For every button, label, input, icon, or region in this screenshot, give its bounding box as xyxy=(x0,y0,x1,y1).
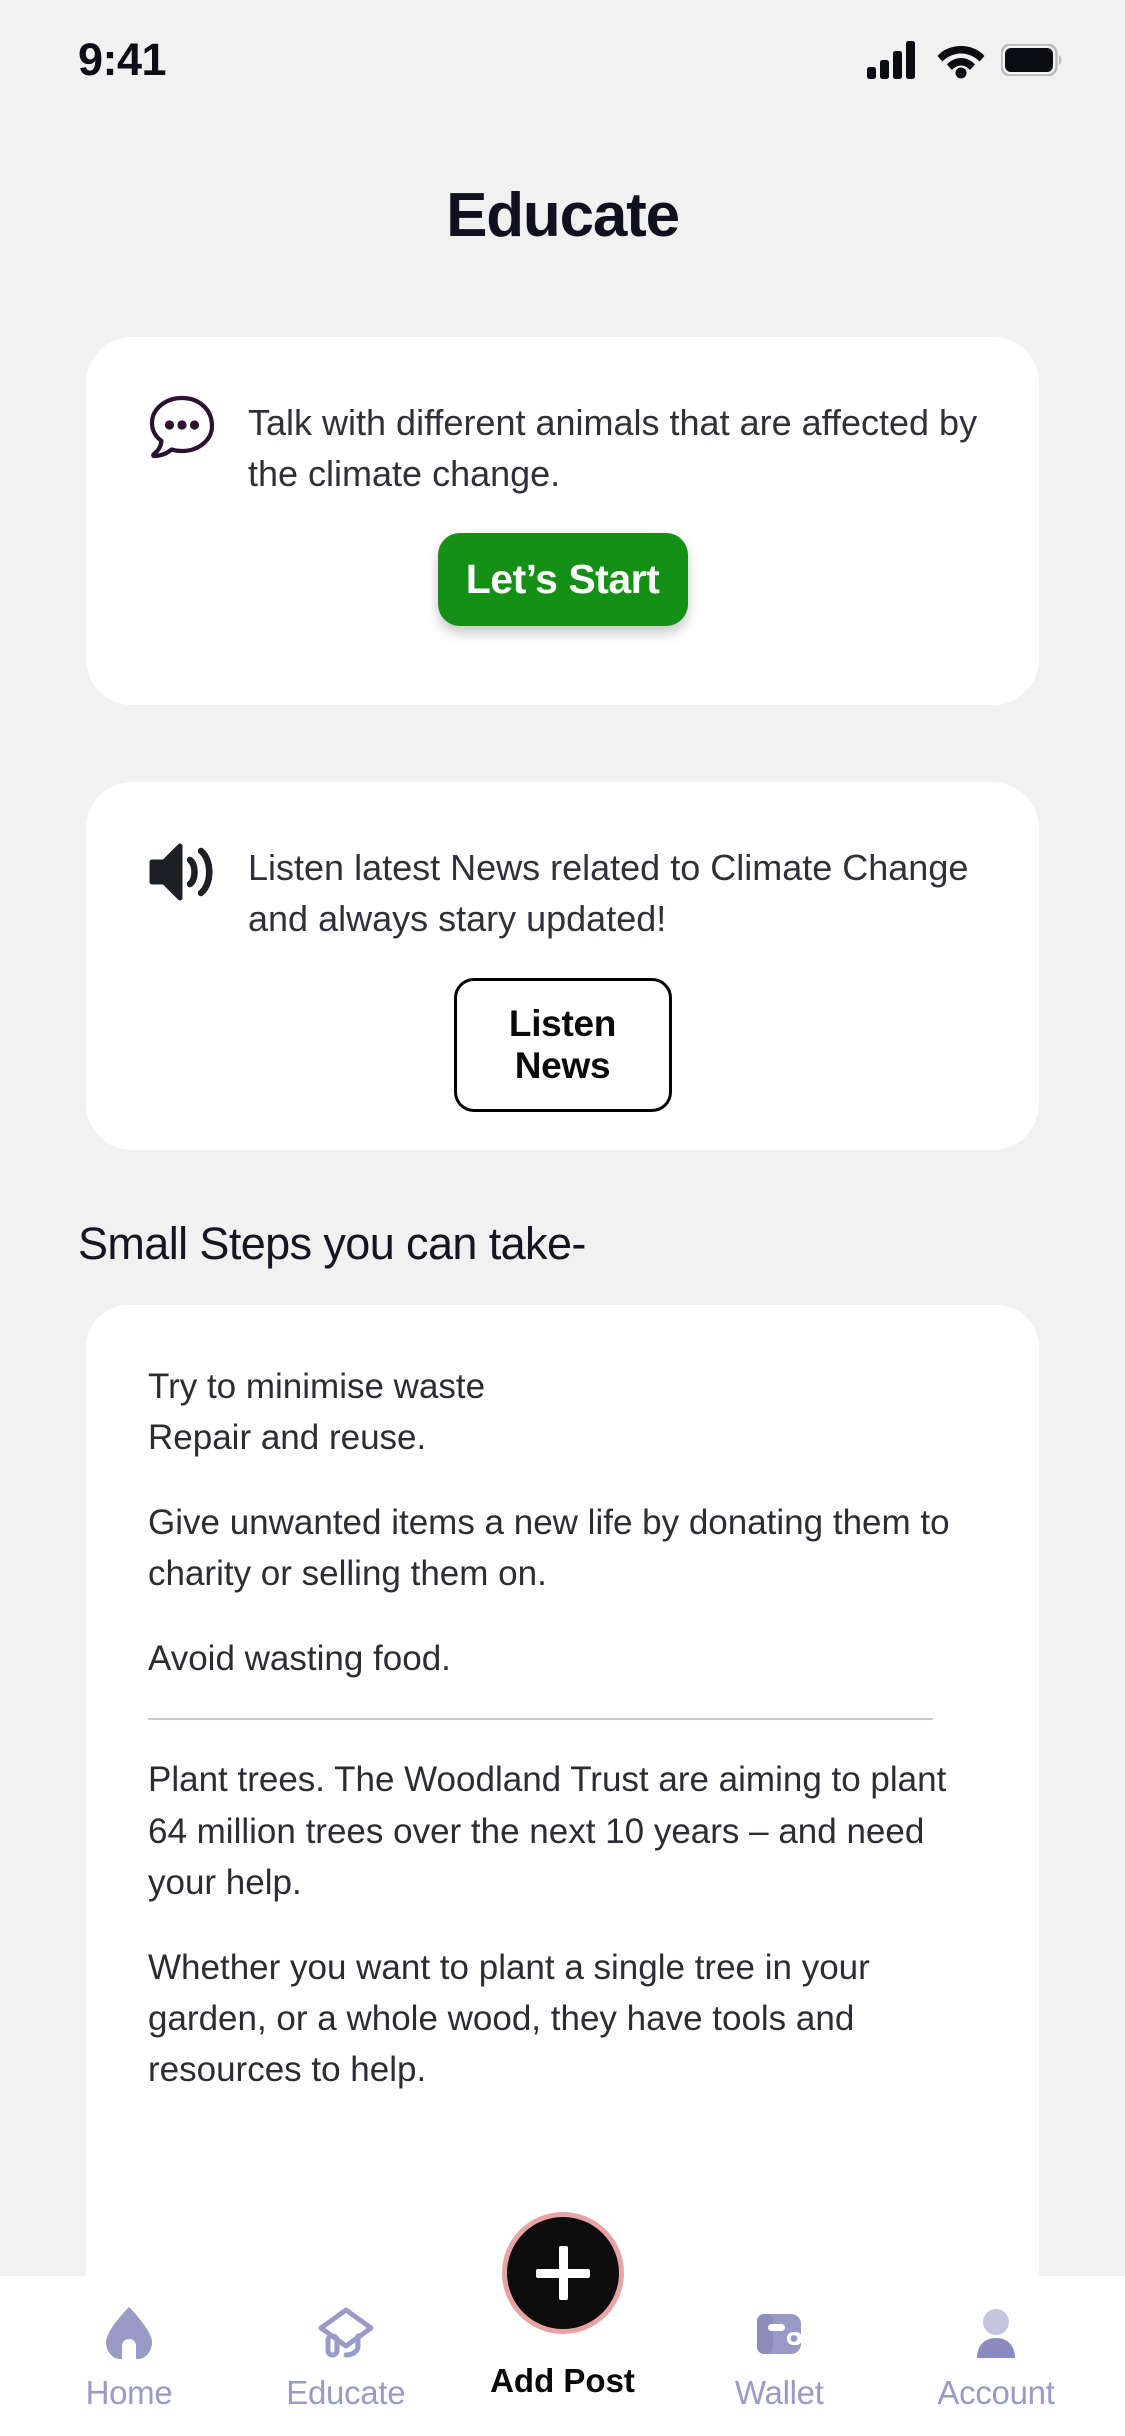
nav-label-educate: Educate xyxy=(286,2374,406,2411)
talk-card-button-wrap: Let’s Start xyxy=(86,533,1039,627)
graduation-cap-icon xyxy=(315,2302,377,2364)
small-steps-heading: Small Steps you can take- xyxy=(78,1218,586,1269)
add-post-button[interactable] xyxy=(501,2212,624,2334)
nav-item-wallet[interactable]: Wallet xyxy=(684,2276,874,2412)
step-paragraph: Avoid wasting food. xyxy=(148,1639,451,1679)
step-paragraph: Plant trees. The Woodland Trust are aimi… xyxy=(148,1760,947,1902)
small-steps-card[interactable]: Try to minimise waste Repair and reuse. … xyxy=(86,1305,1039,2370)
talk-with-animals-card: Talk with different animals that are aff… xyxy=(86,337,1039,705)
status-indicators xyxy=(867,41,1063,79)
wallet-icon xyxy=(748,2302,810,2364)
listen-card-button-wrap: Listen News xyxy=(86,978,1039,1113)
step-paragraph: Whether you want to plant a single tree … xyxy=(148,1947,870,2089)
plus-icon xyxy=(535,2246,590,2300)
status-time: 9:41 xyxy=(78,34,167,85)
nav-item-home[interactable]: Home xyxy=(34,2276,224,2412)
wifi-icon xyxy=(937,46,985,79)
chat-bubble-dots-icon xyxy=(144,389,220,465)
step-paragraph: Give unwanted items a new life by donati… xyxy=(148,1503,950,1594)
card-content-row: Listen latest News related to Climate Ch… xyxy=(86,782,1039,944)
step-paragraph: Try to minimise waste Repair and reuse. xyxy=(148,1367,486,1458)
nav-item-educate[interactable]: Educate xyxy=(251,2276,441,2412)
status-bar: 9:41 xyxy=(0,0,1125,120)
nav-label-account: Account xyxy=(937,2374,1055,2411)
nav-label-add-post: Add Post xyxy=(490,2362,635,2399)
page-title: Educate xyxy=(446,181,680,250)
lets-start-button[interactable]: Let’s Start xyxy=(437,533,688,627)
nav-label-wallet: Wallet xyxy=(734,2374,824,2411)
nav-item-account[interactable]: Account xyxy=(901,2276,1091,2412)
content-divider xyxy=(148,1718,933,1721)
card-content-row: Talk with different animals that are aff… xyxy=(86,337,1039,499)
nav-label-home: Home xyxy=(85,2374,173,2411)
battery-icon xyxy=(1001,44,1062,76)
listen-news-button[interactable]: Listen News xyxy=(453,978,672,1113)
person-icon xyxy=(965,2302,1027,2364)
bottom-navigation-bar: Home Educate Wallet Account Add Post xyxy=(0,2212,1125,2436)
cellular-signal-icon xyxy=(867,41,915,79)
listen-card-text: Listen latest News related to Climate Ch… xyxy=(248,847,969,940)
home-icon xyxy=(98,2302,160,2364)
listen-news-card: Listen latest News related to Climate Ch… xyxy=(86,782,1039,1150)
talk-card-text: Talk with different animals that are aff… xyxy=(248,402,978,495)
speaker-volume-icon xyxy=(144,834,220,910)
